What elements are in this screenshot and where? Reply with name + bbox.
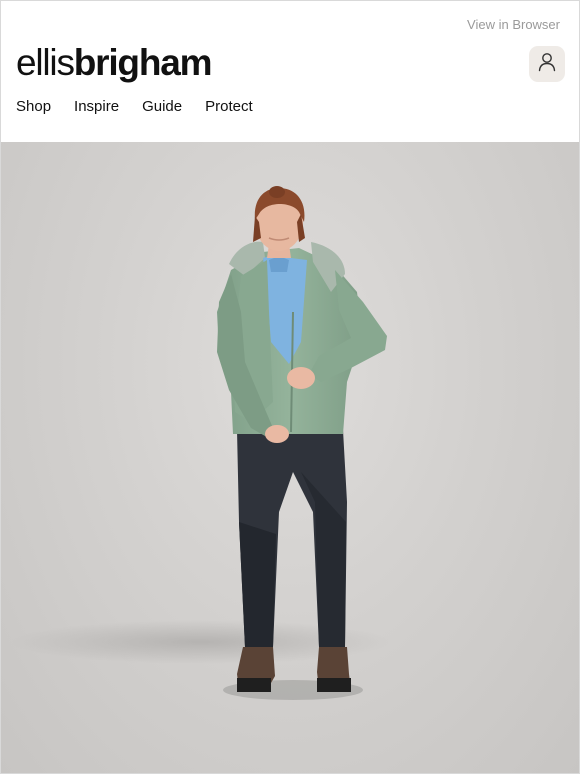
brand-logo[interactable]: ellisbrigham bbox=[16, 41, 213, 85]
nav-item-protect[interactable]: Protect bbox=[205, 98, 253, 115]
account-button[interactable] bbox=[529, 46, 565, 82]
woman-in-green-jacket-photo bbox=[11, 186, 391, 700]
view-in-browser-link[interactable]: View in Browser bbox=[467, 17, 560, 32]
nav-item-inspire[interactable]: Inspire bbox=[74, 98, 119, 115]
user-icon bbox=[538, 52, 556, 77]
logo-light-text: ellis bbox=[16, 42, 75, 83]
nav-item-shop[interactable]: Shop bbox=[16, 98, 51, 115]
email-frame: View in Browser ellisbrigham Shop Inspir… bbox=[0, 0, 580, 774]
nav-item-guide[interactable]: Guide bbox=[142, 98, 182, 115]
header: View in Browser ellisbrigham Shop Inspir… bbox=[1, 1, 579, 142]
hero-image[interactable] bbox=[1, 142, 579, 773]
logo-bold-text: brigham bbox=[73, 42, 213, 83]
main-nav: Shop Inspire Guide Protect bbox=[16, 98, 276, 115]
